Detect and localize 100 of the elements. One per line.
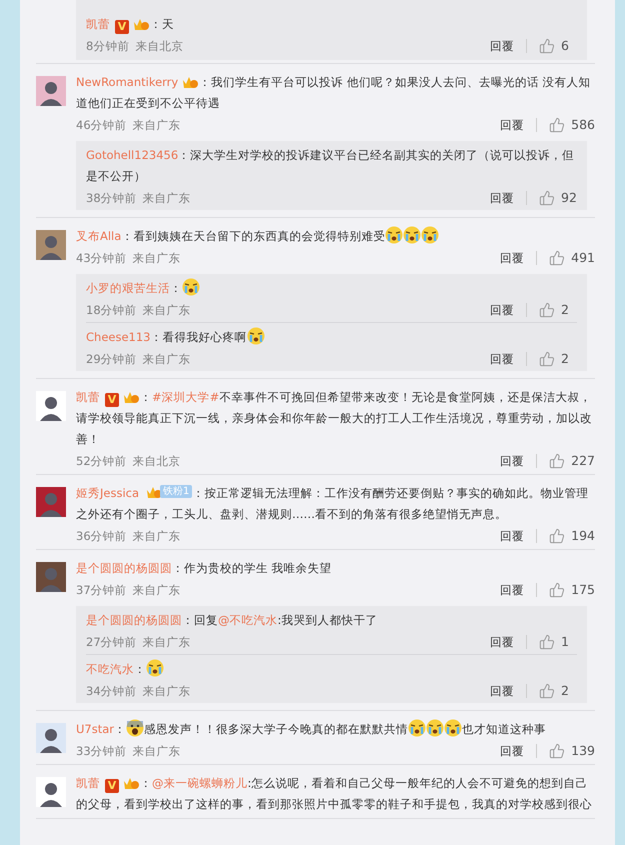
verified-badge: V [115, 20, 129, 34]
thumbs-up-icon[interactable] [549, 117, 566, 133]
comment-location: 来自广东 [142, 351, 191, 368]
verified-badge: V [105, 779, 119, 793]
like-count: 175 [571, 581, 595, 599]
avatar[interactable] [36, 391, 66, 421]
crying-face-icon [246, 327, 264, 345]
comment-text: NewRomantikerry ：我们学生有平台可以投诉 他们呢？如果没人去问、去曝光的话 没有人知道他们正在受到不公平待遇 [76, 73, 592, 112]
fan-badge: 铁粉1 [160, 485, 192, 498]
comment-text: 凯蕾 V ：天 [86, 15, 175, 35]
username-link[interactable]: 小罗的艰苦生活 [86, 281, 170, 295]
comment-text: U7star： 感恩发声！！很多深大学子今晚真的都在默默共情 也才知道这种事 [76, 719, 595, 740]
comment-location: 来自广东 [132, 250, 181, 267]
reply-link[interactable]: 回覆 [500, 741, 524, 761]
reply-link[interactable]: 回覆 [500, 248, 524, 268]
comment-time: 18分钟前 [86, 302, 137, 319]
username-link[interactable]: 是个圆圆的杨圆圆 [86, 613, 182, 627]
comment-time: 46分钟前 [76, 117, 127, 134]
comment-time: 34分钟前 [86, 683, 137, 700]
like-count: 1 [561, 633, 570, 651]
comment-time: 36分钟前 [76, 528, 127, 545]
crying-face-icon [426, 719, 444, 737]
like-count: 2 [561, 301, 570, 319]
reply-link[interactable]: 回覆 [500, 526, 524, 546]
comment-location: 来自广东 [142, 302, 191, 319]
username-link[interactable]: 凯蕾 [86, 17, 110, 31]
crying-face-icon [444, 719, 462, 737]
username-link[interactable]: NewRomantikerry [76, 75, 178, 89]
comment-time: 43分钟前 [76, 250, 127, 267]
comment-text: 是个圆圆的杨圆圆：回复@不吃汽水:我哭到人都快干了 [86, 612, 378, 629]
username-link[interactable]: Cheese113 [86, 330, 150, 344]
comment-text: 是个圆圆的杨圆圆：作为贵校的学生 我唯余失望 [76, 560, 333, 577]
avatar[interactable] [36, 777, 66, 807]
reply-link[interactable]: 回覆 [500, 451, 524, 471]
comment-text: Gotohell123456：深大学生对学校的投诉建议平台已经名副其实的关闭了（说可以投诉，但是不公开） [86, 147, 576, 185]
comment-text: Cheese113：看得我好心疼啊 [86, 327, 577, 348]
username-link[interactable]: 不吃汽水 [86, 662, 134, 676]
comment-location: 来自北京 [135, 38, 184, 55]
reply-link[interactable]: 回覆 [500, 115, 524, 135]
comment-location: 来自广东 [132, 743, 181, 760]
like-count: 491 [571, 249, 595, 267]
reply-link[interactable]: 回覆 [490, 349, 514, 369]
username-link[interactable]: U7star [76, 722, 114, 736]
username-link[interactable]: 姬秀Jessica [76, 486, 140, 500]
username-link[interactable]: 凯蕾 [76, 390, 100, 404]
crying-face-icon [182, 278, 200, 296]
like-count: 6 [561, 37, 570, 55]
comment-location: 来自广东 [142, 683, 191, 700]
thumbs-up-icon[interactable] [549, 453, 566, 469]
comment-time: 27分钟前 [86, 634, 137, 651]
comment-location: 来自广东 [132, 117, 181, 134]
reply-link[interactable]: 回覆 [490, 300, 514, 320]
crying-face-icon [385, 226, 404, 244]
comment-text: 叉布Alla：看到姨姨在天台留下的东西真的会觉得特别难受 [76, 226, 595, 247]
username-link[interactable]: 叉布Alla [76, 229, 122, 243]
comment-time: 38分钟前 [86, 190, 137, 207]
thumbs-up-icon[interactable] [539, 190, 555, 206]
thumbs-up-icon[interactable] [549, 528, 566, 544]
thumbs-up-icon[interactable] [539, 38, 555, 54]
crying-face-icon [403, 226, 422, 244]
reply-link[interactable]: 回覆 [500, 580, 524, 600]
like-count: 586 [571, 116, 595, 134]
comment-text: 姬秀Jessica 铁粉1 ：按正常逻辑无法理解：工作没有酬劳还要倒贴？事实的确如此。物业管理之外还有个圈子，工头儿、盘剥、潜规则……看不到的角落有很多绝望悄无声息。 [76, 483, 590, 523]
comment-location: 来自广东 [132, 582, 181, 599]
crying-face-icon [408, 719, 426, 737]
comment-text: 凯蕾 V ：#深圳大学#不幸事件不可挽回但希望带来改变！无论是食堂阿姨，还是保洁大叔，请学校领导能真正下沉一线，亲身体会和你年龄一般大的打工人工作生活境况，尊重劳动，加以改善！ [76, 388, 593, 448]
like-count: 227 [571, 452, 595, 470]
mention-link[interactable]: @不吃汽水 [218, 613, 278, 627]
avatar[interactable] [36, 723, 66, 753]
comment-location: 来自广东 [142, 190, 191, 207]
like-count: 2 [561, 682, 570, 700]
comment-location: 来自广东 [142, 634, 191, 651]
like-count: 92 [561, 189, 577, 207]
mention-link[interactable]: #深圳大学# [152, 390, 220, 404]
verified-badge: V [105, 393, 119, 407]
reply-link[interactable]: 回覆 [490, 188, 514, 208]
username-link[interactable]: Gotohell123456 [86, 148, 178, 162]
reply-link[interactable]: 回覆 [490, 632, 514, 652]
username-link[interactable]: 是个圆圆的杨圆圆 [76, 561, 172, 575]
reply-link[interactable]: 回覆 [490, 36, 514, 56]
comment-location: 来自北京 [132, 453, 181, 470]
thumbs-up-icon[interactable] [539, 302, 555, 318]
mention-link[interactable]: @来一碗螺蛳粉儿 [152, 776, 248, 790]
thumbs-up-icon[interactable] [549, 250, 566, 266]
comment-text: 小罗的艰苦生活： [86, 278, 577, 299]
thumbs-up-icon[interactable] [549, 582, 566, 598]
reply-link[interactable]: 回覆 [490, 681, 514, 701]
comment-time: 52分钟前 [76, 453, 127, 470]
thumbs-up-icon[interactable] [539, 634, 555, 650]
avatar[interactable] [36, 76, 66, 106]
comment-time: 37分钟前 [76, 582, 127, 599]
like-count: 139 [571, 742, 595, 760]
thumbs-up-icon[interactable] [539, 683, 555, 699]
comment-time: 29分钟前 [86, 351, 137, 368]
comment-time: 33分钟前 [76, 743, 127, 760]
comment-text: 凯蕾 V ：@来一碗螺蛳粉儿:怎么说呢，看着和自己父母一般年纪的人会不可避免的想到自己的父母，看到学校出了这样的事，看到那张照片中孤零零的鞋子和手提包，我真的对学校感到很心 [76, 774, 593, 813]
thumbs-up-icon[interactable] [539, 351, 555, 367]
like-count: 194 [571, 527, 595, 545]
username-link[interactable]: 凯蕾 [76, 776, 100, 790]
thumbs-up-icon[interactable] [549, 743, 566, 759]
